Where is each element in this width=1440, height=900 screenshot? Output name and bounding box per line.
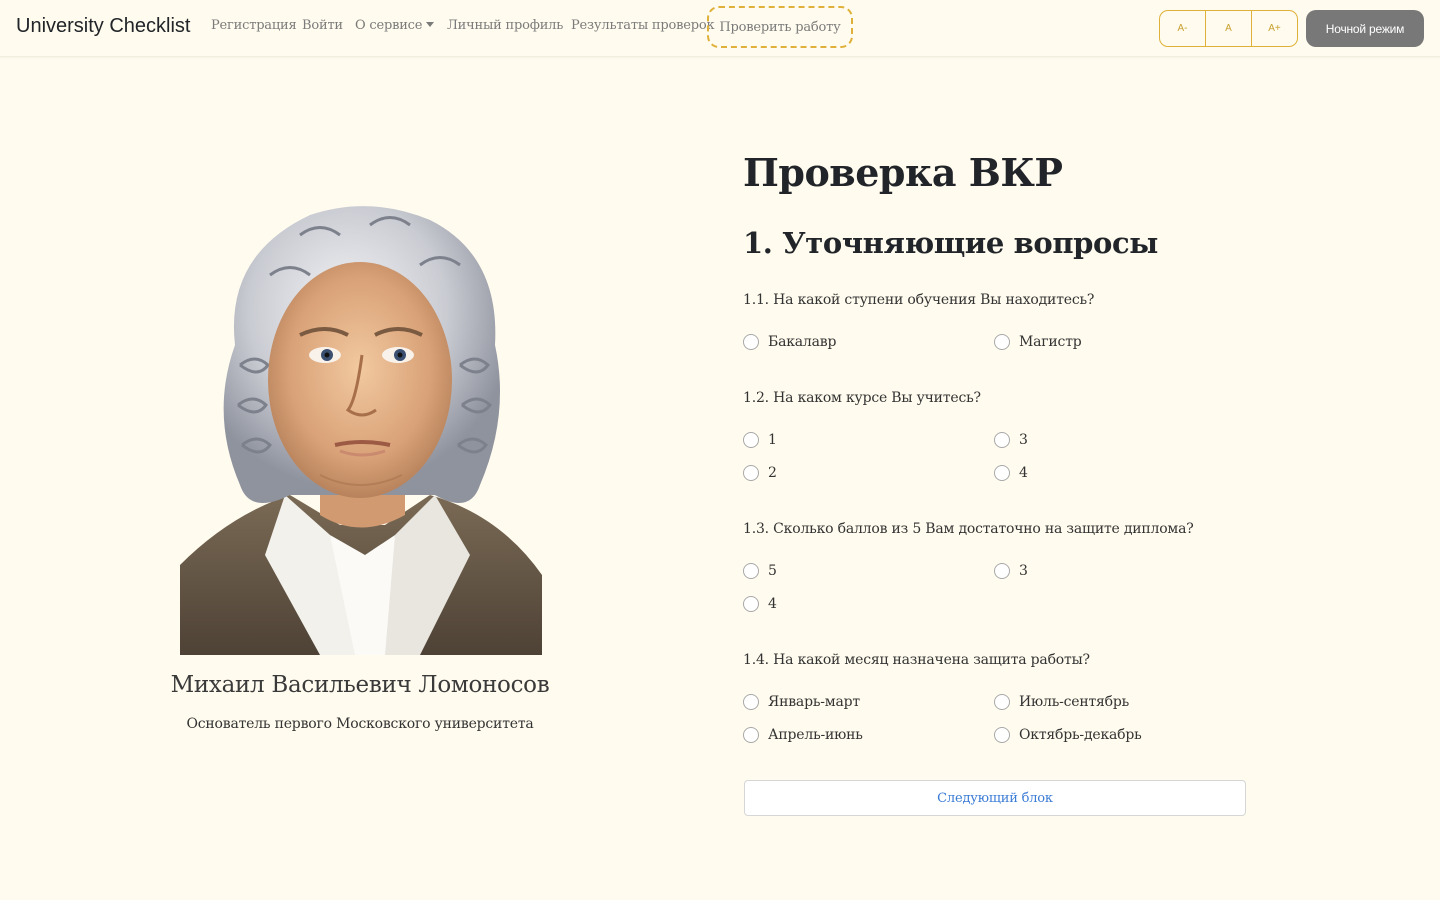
- option-score-4[interactable]: 4: [743, 596, 777, 612]
- option-label: 5: [768, 563, 777, 579]
- option-course-4[interactable]: 4: [994, 465, 1028, 481]
- font-decrease-button[interactable]: A-: [1160, 11, 1206, 46]
- option-score-5[interactable]: 5: [743, 563, 777, 579]
- nav-register-link[interactable]: Регистрация: [211, 18, 297, 33]
- option-label: 2: [768, 465, 777, 481]
- font-size-controls: A- A A+: [1159, 10, 1298, 47]
- font-normal-button[interactable]: A: [1206, 11, 1252, 46]
- radio-unchecked-icon[interactable]: [743, 563, 759, 579]
- option-label: Январь-март: [768, 694, 860, 710]
- brand-logo[interactable]: University Checklist: [16, 15, 190, 38]
- radio-unchecked-icon[interactable]: [743, 694, 759, 710]
- night-mode-button[interactable]: Ночной режим: [1306, 10, 1424, 47]
- radio-unchecked-icon[interactable]: [994, 694, 1010, 710]
- nav-login-link[interactable]: Войти: [302, 18, 343, 33]
- question-1-4: 1.4. На какой месяц назначена защита раб…: [743, 652, 1090, 668]
- option-jul-sep[interactable]: Июль-сентябрь: [994, 694, 1129, 710]
- radio-unchecked-icon[interactable]: [994, 727, 1010, 743]
- option-label: Магистр: [1019, 334, 1082, 350]
- page-title: Проверка ВКР: [743, 150, 1063, 195]
- option-oct-dec[interactable]: Октябрь-декабрь: [994, 727, 1142, 743]
- question-1-3: 1.3. Сколько баллов из 5 Вам достаточно …: [743, 521, 1194, 537]
- option-apr-jun[interactable]: Апрель-июнь: [743, 727, 863, 743]
- option-label: 3: [1019, 563, 1028, 579]
- navbar: University Checklist Регистрация Войти О…: [0, 0, 1440, 57]
- radio-unchecked-icon[interactable]: [743, 727, 759, 743]
- section-title: 1. Уточняющие вопросы: [743, 226, 1158, 260]
- font-increase-button[interactable]: A+: [1252, 11, 1297, 46]
- question-1-2: 1.2. На каком курсе Вы учитесь?: [743, 390, 981, 406]
- option-label: Апрель-июнь: [768, 727, 863, 743]
- radio-unchecked-icon[interactable]: [994, 334, 1010, 350]
- option-label: 4: [1019, 465, 1028, 481]
- person-caption: Основатель первого Московского университ…: [186, 716, 534, 732]
- option-score-3[interactable]: 3: [994, 563, 1028, 579]
- option-course-3[interactable]: 3: [994, 432, 1028, 448]
- next-block-button[interactable]: Следующий блок: [744, 780, 1246, 816]
- option-label: Бакалавр: [768, 334, 837, 350]
- option-label: 4: [768, 596, 777, 612]
- portrait-image: [180, 206, 542, 655]
- nav-results-link[interactable]: Результаты проверок: [571, 18, 715, 33]
- radio-unchecked-icon[interactable]: [994, 432, 1010, 448]
- radio-unchecked-icon[interactable]: [994, 563, 1010, 579]
- option-label: Октябрь-декабрь: [1019, 727, 1142, 743]
- option-course-1[interactable]: 1: [743, 432, 777, 448]
- option-label: 3: [1019, 432, 1028, 448]
- option-jan-mar[interactable]: Январь-март: [743, 694, 860, 710]
- radio-unchecked-icon[interactable]: [994, 465, 1010, 481]
- option-master[interactable]: Магистр: [994, 334, 1082, 350]
- radio-unchecked-icon[interactable]: [743, 465, 759, 481]
- radio-unchecked-icon[interactable]: [743, 432, 759, 448]
- option-bachelor[interactable]: Бакалавр: [743, 334, 836, 350]
- nav-about-dropdown[interactable]: О сервисе: [355, 18, 434, 33]
- radio-unchecked-icon[interactable]: [743, 596, 759, 612]
- person-name: Михаил Васильевич Ломоносов: [170, 672, 550, 698]
- radio-unchecked-icon[interactable]: [743, 334, 759, 350]
- check-work-button[interactable]: Проверить работу: [707, 6, 853, 48]
- option-course-2[interactable]: 2: [743, 465, 777, 481]
- option-label: Июль-сентябрь: [1019, 694, 1130, 710]
- nav-profile-link[interactable]: Личный профиль: [447, 18, 563, 33]
- option-label: 1: [768, 432, 777, 448]
- question-1-1: 1.1. На какой ступени обучения Вы находи…: [743, 292, 1095, 308]
